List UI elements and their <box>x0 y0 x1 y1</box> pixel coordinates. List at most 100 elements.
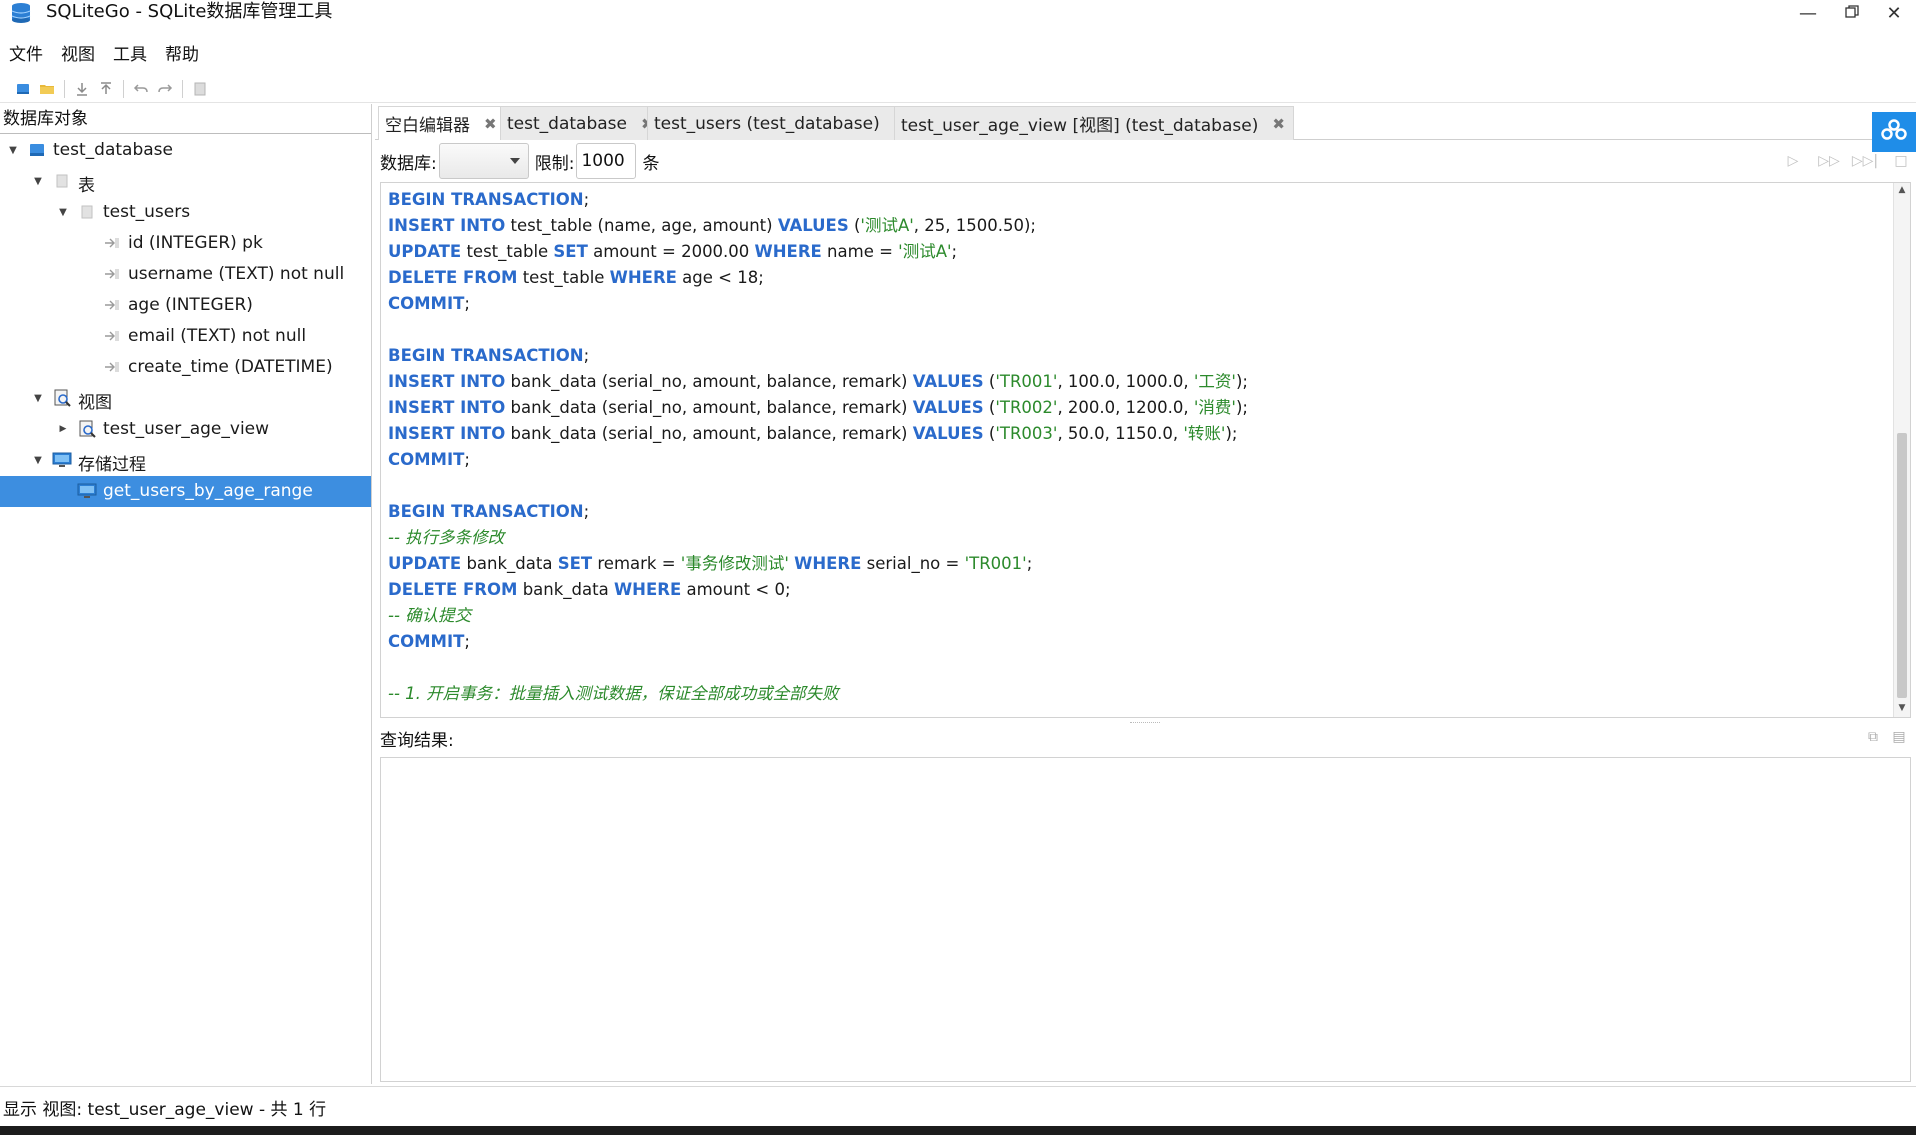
undo-icon[interactable] <box>132 80 150 98</box>
tree-item[interactable]: ▼ 表 <box>0 166 371 197</box>
code-token: , 200.0, 1200.0, <box>1057 398 1194 417</box>
restore-icon <box>1845 3 1859 24</box>
code-token: ); <box>1225 424 1238 443</box>
menu-bar: 文件 视图 工具 帮助 <box>0 40 208 70</box>
code-token: amount < 0; <box>681 580 791 599</box>
code-token: test_table (name, age, amount) <box>505 216 778 235</box>
tree-item[interactable]: create_time (DATETIME) <box>0 352 371 383</box>
collapse-arrow-icon[interactable]: ▼ <box>7 144 19 156</box>
collapse-arrow-icon[interactable]: ▼ <box>32 175 44 187</box>
code-token: -- 执行多条修改 <box>388 528 505 547</box>
run-step-icon[interactable]: ▷▷ <box>1818 152 1840 170</box>
code-token: ; <box>583 346 590 365</box>
expand-arrow-icon[interactable]: ▶ <box>57 423 69 435</box>
code-line: BEGIN TRANSACTION; <box>388 187 1248 213</box>
database-label: 数据库: <box>380 153 437 174</box>
code-token: , 100.0, 1000.0, <box>1057 372 1194 391</box>
code-token: VALUES <box>777 216 849 235</box>
tree-item[interactable]: ▼ test_database <box>0 135 371 166</box>
scroll-down-icon[interactable]: ▼ <box>1897 703 1907 715</box>
document-icon[interactable] <box>191 80 209 98</box>
limit-input[interactable] <box>576 143 637 179</box>
code-token: WHERE <box>613 580 682 599</box>
code-line: -- 1. 开启事务：批量插入测试数据，保证全部成功或全部失败 <box>388 681 1248 707</box>
stop-icon[interactable]: □ <box>1892 152 1910 170</box>
editor-result-splitter[interactable] <box>1130 722 1160 724</box>
code-token: '事务修改测试' <box>680 554 789 573</box>
code-token: remark = <box>592 554 681 573</box>
code-token: WHERE <box>794 554 862 573</box>
sql-editor[interactable]: BEGIN TRANSACTION; INSERT INTO test_table… <box>380 182 1911 718</box>
code-token: 'TR003' <box>995 424 1058 443</box>
code-token: VALUES <box>912 424 984 443</box>
run-all-icon[interactable]: ▷▷| <box>1852 152 1878 170</box>
tab-close-icon[interactable]: ✖ <box>1272 115 1285 133</box>
tab-close-icon[interactable]: ✖ <box>484 115 497 133</box>
tab-test-users[interactable]: test_users (test_database) ✖ <box>647 106 916 140</box>
collapse-arrow-icon[interactable]: ▼ <box>32 392 44 404</box>
code-token: 'TR001' <box>995 372 1058 391</box>
editor-vertical-scrollbar[interactable]: ▲ ▼ <box>1893 183 1910 717</box>
tree-item[interactable]: age (INTEGER) <box>0 290 371 321</box>
code-token: bank_data <box>461 554 558 573</box>
open-folder-icon[interactable] <box>38 80 56 98</box>
tree-item-label: create_time (DATETIME) <box>128 357 333 377</box>
run-controls: ▷ ▷▷ ▷▷| □ <box>1784 152 1910 170</box>
collapse-arrow-icon[interactable]: ▼ <box>32 454 44 466</box>
tree-item-label: get_users_by_age_range <box>103 481 313 501</box>
tree-item-label: test_users <box>103 202 191 222</box>
close-window-button[interactable]: ✕ <box>1872 0 1916 27</box>
copy-icon[interactable]: ⧉ <box>1864 728 1882 746</box>
new-database-icon[interactable] <box>14 80 32 98</box>
code-token: -- 1. 开启事务：批量插入测试数据，保证全部成功或全部失败 <box>388 684 839 703</box>
scrollbar-thumb[interactable] <box>1897 433 1907 698</box>
tab-test-user-age-view[interactable]: test_user_age_view [视图] (test_database) … <box>894 106 1294 140</box>
scroll-up-icon[interactable]: ▲ <box>1897 185 1907 197</box>
tree-item-label: test_user_age_view <box>103 419 270 439</box>
code-token: ); <box>1235 372 1248 391</box>
tab-blank-editor[interactable]: 空白编辑器 ✖ <box>378 106 506 140</box>
tree-item-label: 表 <box>78 176 95 196</box>
collapse-arrow-icon[interactable]: ▼ <box>57 206 69 218</box>
tree-item[interactable]: get_users_by_age_range <box>0 476 371 507</box>
menu-tools[interactable]: 工具 <box>104 40 156 70</box>
code-token: test_table <box>461 242 554 261</box>
export-icon[interactable] <box>97 80 115 98</box>
minimize-button[interactable]: — <box>1786 0 1830 27</box>
title-bar: SQLiteGo - SQLite数据库管理工具 — ✕ <box>0 0 1916 27</box>
restore-button[interactable] <box>1830 0 1874 27</box>
code-token: '工资' <box>1193 372 1236 391</box>
import-icon[interactable] <box>73 80 91 98</box>
minimize-icon: — <box>1799 3 1817 24</box>
query-result-grid[interactable] <box>380 757 1911 1082</box>
table-icon <box>77 202 97 222</box>
tree-item-label: id (INTEGER) pk <box>128 233 263 253</box>
tree-item[interactable]: ▶ test_user_age_view <box>0 414 371 445</box>
tree-item[interactable]: email (TEXT) not null <box>0 321 371 352</box>
tree-item[interactable]: id (INTEGER) pk <box>0 228 371 259</box>
run-icon[interactable]: ▷ <box>1784 152 1802 170</box>
toolbar-separator <box>64 79 65 98</box>
tree-item[interactable]: ▼ test_users <box>0 197 371 228</box>
database-select[interactable] <box>438 143 529 179</box>
code-token: age < 18; <box>676 268 764 287</box>
tab-test-database[interactable]: test_database ✖ <box>500 106 663 140</box>
editor-tab-bar: 空白编辑器 ✖ test_database ✖ test_users (test… <box>375 104 1916 140</box>
toolbar-separator <box>123 79 124 98</box>
code-token: WHERE <box>609 268 677 287</box>
redo-icon[interactable] <box>156 80 174 98</box>
code-line: COMMIT; <box>388 291 1248 317</box>
code-token: VALUES <box>912 372 984 391</box>
tree-item[interactable]: username (TEXT) not null <box>0 259 371 290</box>
tree-item-label: age (INTEGER) <box>128 295 253 315</box>
clear-icon[interactable]: ▤ <box>1890 728 1908 746</box>
sql-code[interactable]: BEGIN TRANSACTION; INSERT INTO test_table… <box>388 187 1248 707</box>
menu-file[interactable]: 文件 <box>0 40 52 70</box>
tree-item[interactable]: ▼ 视图 <box>0 383 371 414</box>
menu-help[interactable]: 帮助 <box>156 40 208 70</box>
code-token: COMMIT <box>388 294 465 313</box>
code-line: -- 确认提交 <box>388 603 1248 629</box>
menu-view[interactable]: 视图 <box>52 40 104 70</box>
tree-item[interactable]: ▼ 存储过程 <box>0 445 371 476</box>
